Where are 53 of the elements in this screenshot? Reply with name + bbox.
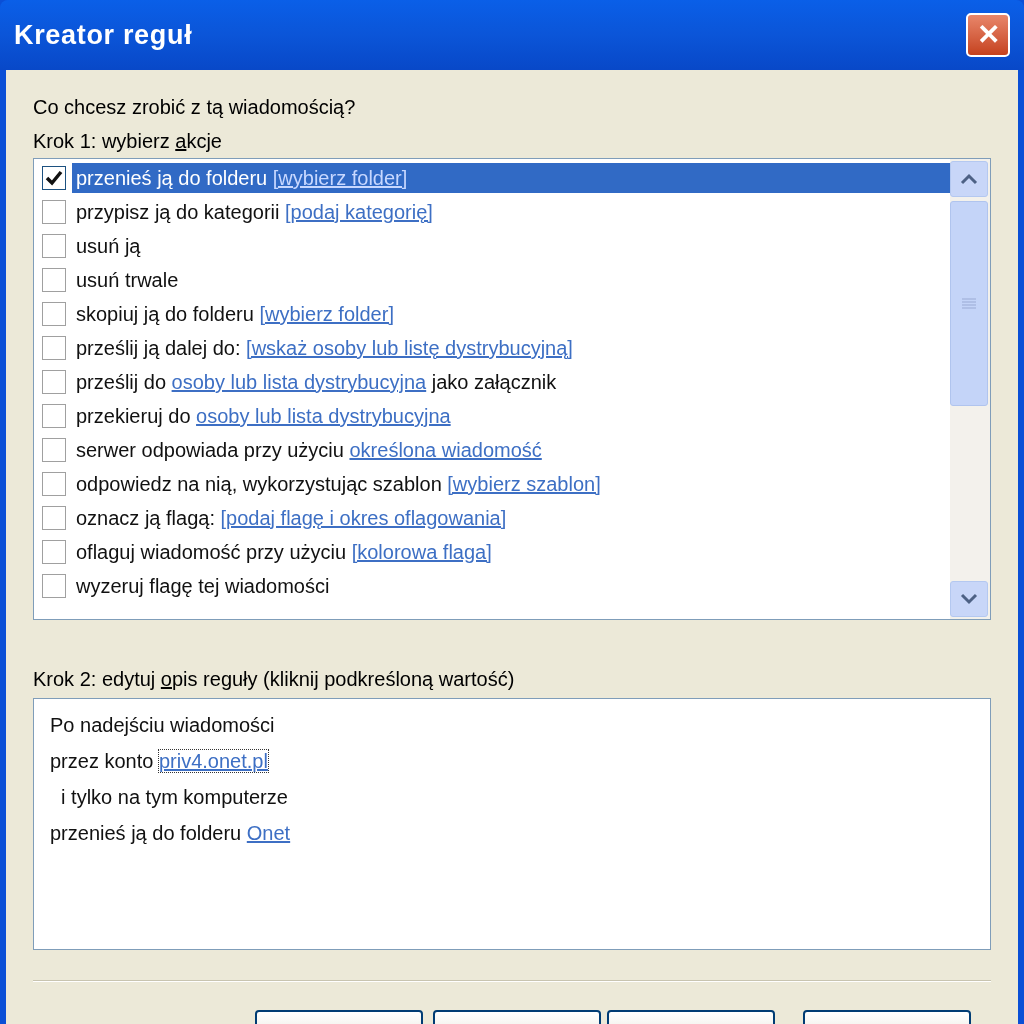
link[interactable]: [kolorowa flaga]	[351, 541, 492, 563]
scroll-down-button[interactable]	[950, 581, 988, 617]
action-item[interactable]: prześlij ją dalej do: [wskaż osoby lub listę dystrybucyjną]	[72, 333, 575, 363]
question-text: Co chcesz zrobić z tą wiadomością?	[33, 95, 357, 120]
checkbox[interactable]	[42, 302, 66, 326]
link[interactable]: [wybierz folder]	[259, 303, 394, 325]
action-item[interactable]: przekieruj do osoby lub lista dystrybucyjna	[72, 401, 453, 431]
link[interactable]: osoby lub lista dystrybucyjna	[171, 371, 427, 393]
checkbox[interactable]	[42, 200, 66, 224]
action-item[interactable]: skopiuj ją do folderu [wybierz folder]	[72, 299, 396, 329]
action-item[interactable]: usuń trwale	[72, 265, 181, 295]
checkbox[interactable]	[42, 370, 66, 394]
link[interactable]: Onet	[246, 822, 291, 844]
link[interactable]: osoby lub lista dystrybucyjna	[196, 405, 451, 427]
description-line: przez konto priv4.onet.pl	[50, 749, 268, 774]
link[interactable]: [wybierz folder]	[272, 167, 408, 189]
action-item[interactable]: prześlij do osoby lub lista dystrybucyjna jako załącznik	[72, 367, 559, 397]
description-line: przenieś ją do folderu Onet	[50, 821, 291, 846]
close-button[interactable]: ✕	[966, 13, 1010, 57]
link[interactable]: określona wiadomość	[349, 439, 542, 461]
scroll-thumb[interactable]	[950, 201, 988, 406]
chevron-up-icon	[960, 173, 978, 185]
action-item[interactable]: wyzeruj flagę tej wiadomości	[72, 571, 332, 601]
action-item[interactable]: usuń ją	[72, 231, 143, 261]
checkbox[interactable]	[42, 234, 66, 258]
link[interactable]: [wskaż osoby lub listę dystrybucyjną]	[246, 337, 573, 359]
checkbox[interactable]	[42, 438, 66, 462]
checkbox[interactable]	[42, 540, 66, 564]
action-item[interactable]: przenieś ją do folderu [wybierz folder]	[72, 163, 950, 193]
checkbox[interactable]	[42, 472, 66, 496]
scrollbar[interactable]	[950, 159, 990, 619]
action-item[interactable]: serwer odpowiada przy użyciu określona wiadomość	[72, 435, 544, 465]
action-item[interactable]: przypisz ją do kategorii [podaj kategorię]	[72, 197, 435, 227]
chevron-down-icon	[960, 593, 978, 605]
link[interactable]: [wybierz szablon]	[447, 473, 601, 495]
checkbox[interactable]	[42, 574, 66, 598]
step-label: Krok 1: wybierz akcje	[33, 129, 223, 154]
checkbox[interactable]	[42, 506, 66, 530]
description-line: Po nadejściu wiadomości	[50, 713, 275, 738]
action-item[interactable]: oflaguj wiadomość przy użyciu [kolorowa flaga]	[72, 537, 494, 567]
link[interactable]: [podaj flagę i okres oflagowania]	[220, 507, 507, 529]
checkbox[interactable]	[42, 268, 66, 292]
window-title: Kreator reguł	[14, 18, 193, 52]
link[interactable]: priv4.onet.pl	[158, 750, 268, 772]
link[interactable]: [podaj kategorię]	[285, 201, 433, 223]
checkbox[interactable]	[42, 404, 66, 428]
step-label: Krok 2: edytuj opis reguły (kliknij podkreśloną wartość)	[33, 667, 516, 692]
action-item[interactable]: odpowiedz na nią, wykorzystując szablon [wybierz szablon]	[72, 469, 603, 499]
description-line: i tylko na tym komputerze	[60, 785, 288, 810]
checkbox[interactable]	[42, 166, 66, 190]
scroll-up-button[interactable]	[950, 161, 988, 197]
action-item[interactable]: oznacz ją flagą: [podaj flagę i okres oflagowania]	[72, 503, 509, 533]
checkbox[interactable]	[42, 336, 66, 360]
